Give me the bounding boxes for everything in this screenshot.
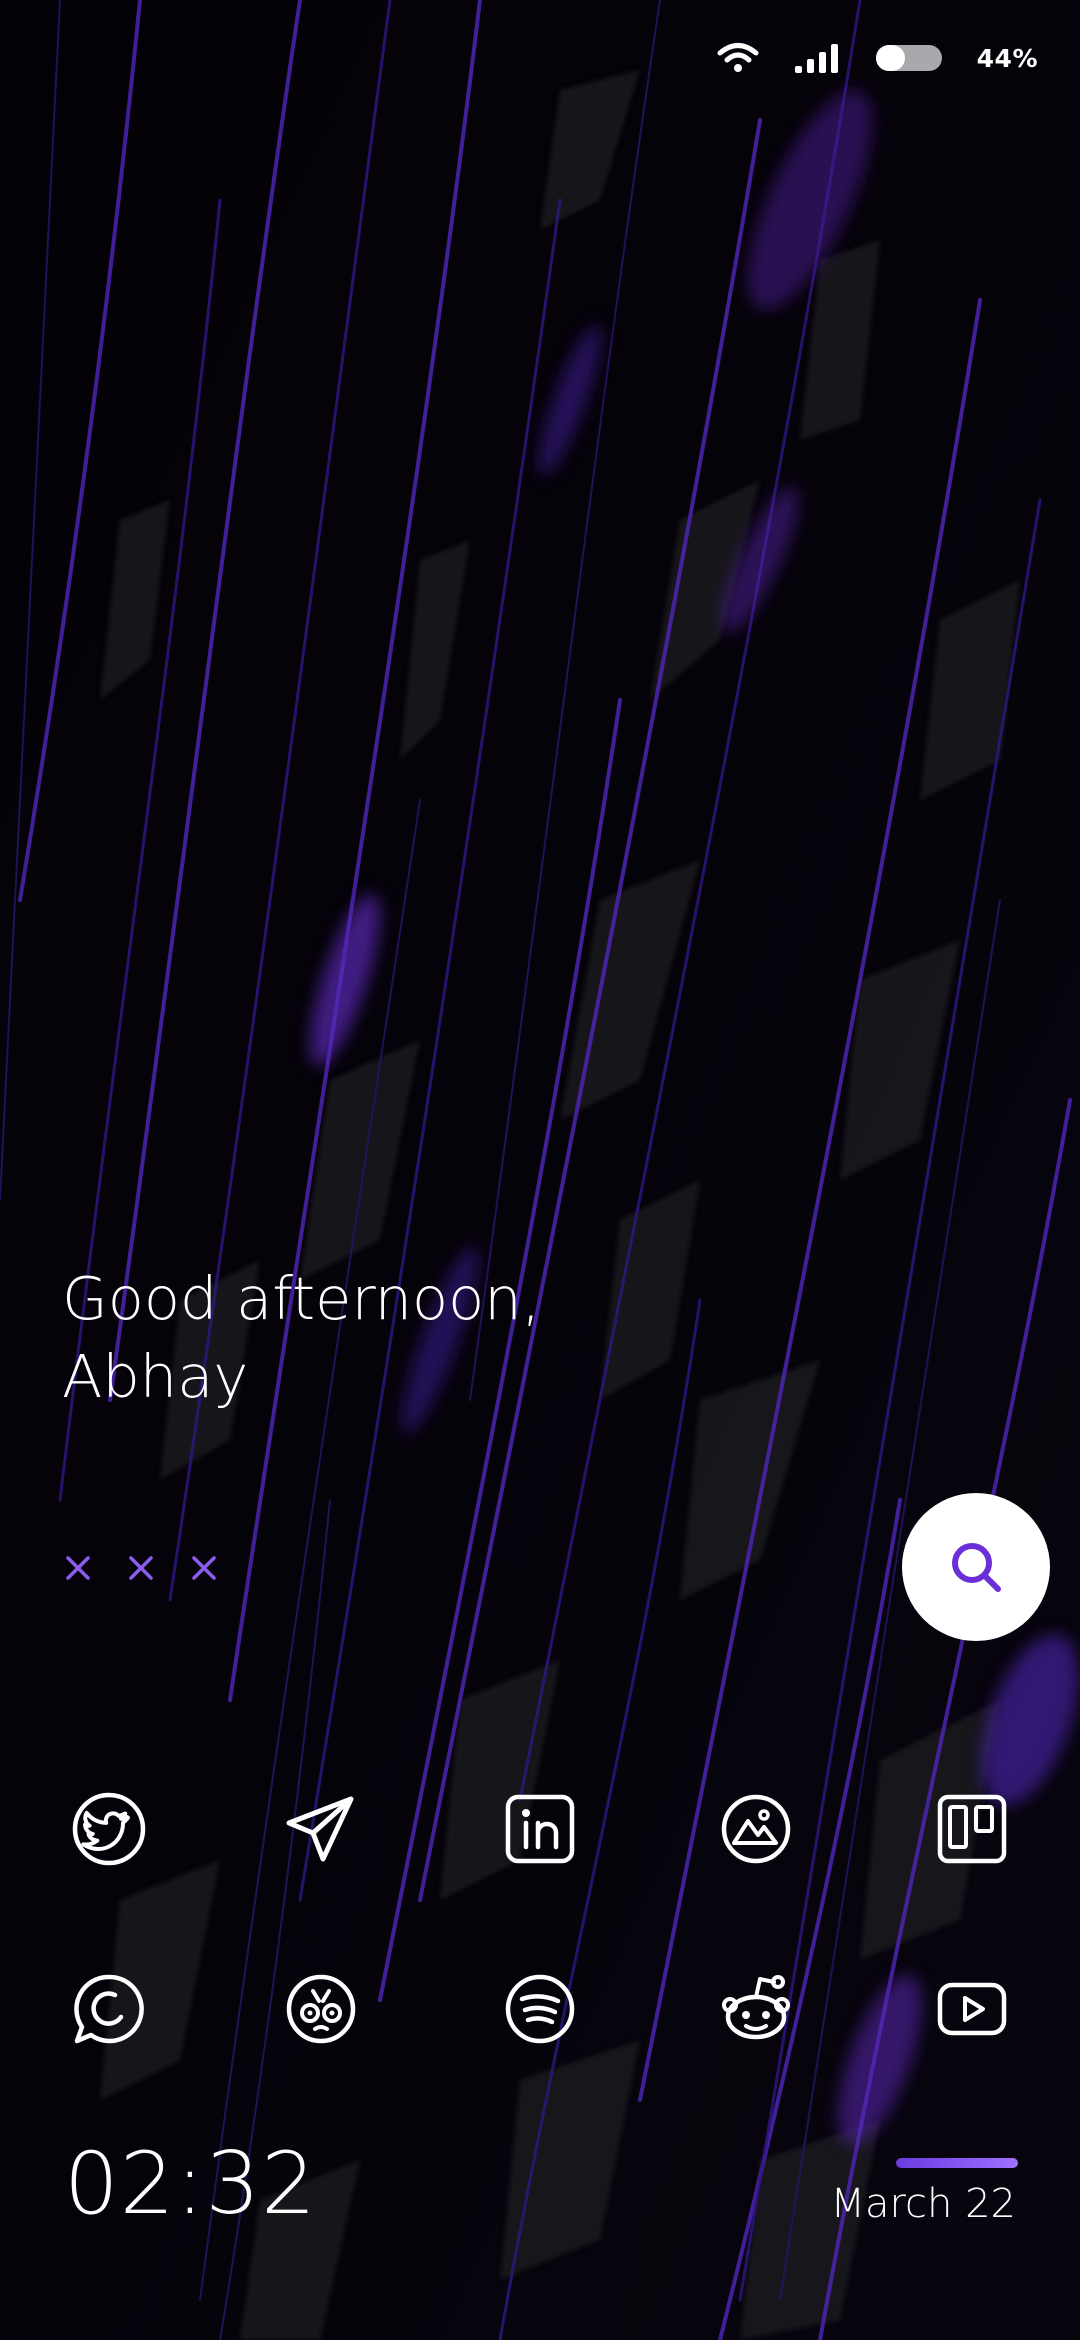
app-telegram[interactable] [275,1783,367,1875]
close-icon [66,1556,90,1580]
trello-icon [937,1794,1007,1864]
app-youtube[interactable] [926,1963,1018,2055]
app-linkedin[interactable] [494,1783,586,1875]
youtube-icon [937,1982,1007,2036]
app-photos[interactable] [710,1783,802,1875]
greeting: Good afternoon, Abhay [62,1260,540,1416]
greeting-line: Good afternoon, [62,1264,541,1333]
battery-percent: 44% [976,43,1038,73]
app-twitter[interactable] [63,1783,155,1875]
linkedin-icon [505,1794,575,1864]
photos-icon [721,1794,791,1864]
reddit-icon [722,1975,790,2040]
app-spotify[interactable] [494,1963,586,2055]
status-bar: 44% [717,30,1038,86]
twitter-icon [72,1792,146,1866]
telegram-icon [286,1796,354,1862]
greeting-name: Abhay [62,1342,249,1411]
search-button[interactable] [902,1493,1050,1641]
app-whatsapp[interactable] [63,1963,155,2055]
app-cartoon-face[interactable] [275,1963,367,2055]
app-reddit[interactable] [710,1963,802,2055]
date-label[interactable]: March 22 [830,2176,1016,2232]
cartoon-face-icon [286,1974,356,2044]
close-icon [192,1556,216,1580]
clock[interactable]: 02:32 [64,2134,317,2234]
close-icon [129,1556,153,1580]
spotify-icon [505,1974,575,2044]
wifi-icon [717,43,759,72]
signal-icon [794,44,838,73]
battery-icon [875,45,942,71]
search-icon [952,1543,1001,1592]
date-accent-bar [896,2158,1018,2168]
whatsapp-icon [74,1974,144,2044]
app-trello[interactable] [926,1783,1018,1875]
mark-row [62,1552,220,1584]
